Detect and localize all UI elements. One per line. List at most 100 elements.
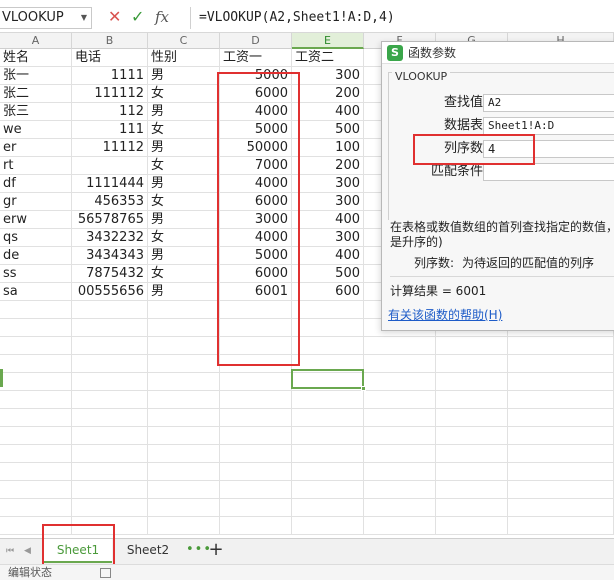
cell[interactable]: sa	[0, 283, 72, 301]
column-header-d[interactable]: D	[220, 33, 292, 49]
cell[interactable]: 工资二	[292, 49, 364, 67]
cell[interactable]: 500	[292, 265, 364, 283]
cell[interactable]	[292, 481, 364, 499]
cell[interactable]	[72, 409, 148, 427]
cell[interactable]	[220, 373, 292, 391]
cell[interactable]	[148, 301, 220, 319]
cell[interactable]	[364, 517, 436, 535]
cell[interactable]	[148, 481, 220, 499]
cell[interactable]: 性别	[148, 49, 220, 67]
cell[interactable]: 7875432	[72, 265, 148, 283]
cell[interactable]	[0, 427, 72, 445]
cell[interactable]: 300	[292, 229, 364, 247]
cell[interactable]	[0, 463, 72, 481]
cell[interactable]: 112	[72, 103, 148, 121]
cell[interactable]: 电话	[72, 49, 148, 67]
cell[interactable]	[0, 301, 72, 319]
cell[interactable]: 3432232	[72, 229, 148, 247]
cell[interactable]: 张一	[0, 67, 72, 85]
cell[interactable]	[0, 481, 72, 499]
cell[interactable]	[220, 481, 292, 499]
cell[interactable]	[148, 391, 220, 409]
cell[interactable]	[72, 373, 148, 391]
cell[interactable]: 200	[292, 157, 364, 175]
cell[interactable]: 男	[148, 175, 220, 193]
dialog-titlebar[interactable]: S 函数参数	[382, 42, 614, 64]
cell[interactable]: 女	[148, 85, 220, 103]
cell[interactable]: df	[0, 175, 72, 193]
column-header-e[interactable]: E	[292, 33, 364, 49]
cell[interactable]	[436, 517, 508, 535]
cell[interactable]	[436, 409, 508, 427]
cancel-icon[interactable]: ✕	[108, 6, 121, 28]
cell[interactable]	[436, 481, 508, 499]
more-sheets-icon[interactable]: •••	[186, 539, 211, 563]
cell[interactable]	[364, 409, 436, 427]
cell[interactable]: 女	[148, 229, 220, 247]
cell[interactable]: 1111444	[72, 175, 148, 193]
cell[interactable]: 女	[148, 265, 220, 283]
cell[interactable]: 56578765	[72, 211, 148, 229]
cell[interactable]	[0, 337, 72, 355]
cell[interactable]	[148, 517, 220, 535]
formula-input[interactable]: =VLOOKUP(A2,Sheet1!A:D,4)	[190, 7, 614, 29]
cell[interactable]	[292, 301, 364, 319]
function-icon[interactable]: fx	[155, 6, 169, 28]
cell[interactable]	[436, 355, 508, 373]
cell[interactable]	[508, 463, 614, 481]
cell[interactable]	[364, 337, 436, 355]
cell[interactable]	[508, 355, 614, 373]
cell[interactable]	[292, 337, 364, 355]
help-link[interactable]: 有关该函数的帮助(H)	[388, 307, 502, 323]
table-array-input[interactable]: Sheet1!A:D	[483, 117, 614, 135]
cell[interactable]	[72, 427, 148, 445]
cell[interactable]: erw	[0, 211, 72, 229]
cell[interactable]: ss	[0, 265, 72, 283]
cell[interactable]	[148, 319, 220, 337]
cell[interactable]	[292, 409, 364, 427]
cell[interactable]	[292, 517, 364, 535]
cell[interactable]	[148, 445, 220, 463]
cell[interactable]: 3434343	[72, 247, 148, 265]
cell[interactable]: 100	[292, 139, 364, 157]
cell[interactable]	[148, 499, 220, 517]
cell[interactable]: 200	[292, 85, 364, 103]
cell[interactable]	[508, 427, 614, 445]
prev-sheet-icon[interactable]: ◀	[24, 539, 31, 563]
cell[interactable]: 男	[148, 103, 220, 121]
selected-cell[interactable]	[291, 369, 366, 391]
cell[interactable]	[0, 373, 72, 391]
cell[interactable]	[508, 391, 614, 409]
cell[interactable]	[72, 319, 148, 337]
check-icon[interactable]: ✓	[131, 6, 144, 28]
cell[interactable]	[148, 355, 220, 373]
cell[interactable]	[436, 445, 508, 463]
tab-sheet2[interactable]: Sheet2	[118, 539, 178, 563]
cell[interactable]: rt	[0, 157, 72, 175]
cell[interactable]	[508, 499, 614, 517]
cell[interactable]	[220, 391, 292, 409]
cell[interactable]: 456353	[72, 193, 148, 211]
cell[interactable]	[292, 319, 364, 337]
cell[interactable]	[72, 481, 148, 499]
cell[interactable]: 男	[148, 139, 220, 157]
cell[interactable]	[72, 391, 148, 409]
cell[interactable]	[220, 409, 292, 427]
cell[interactable]	[72, 355, 148, 373]
chevron-down-icon[interactable]: ▼	[81, 8, 87, 28]
cell[interactable]	[292, 427, 364, 445]
cell[interactable]	[364, 355, 436, 373]
cell[interactable]	[508, 517, 614, 535]
cell[interactable]	[148, 463, 220, 481]
cell[interactable]	[364, 391, 436, 409]
cell[interactable]	[72, 301, 148, 319]
first-sheet-icon[interactable]: ⏮	[6, 539, 14, 563]
cell[interactable]	[220, 517, 292, 535]
cell[interactable]: qs	[0, 229, 72, 247]
cell[interactable]	[508, 481, 614, 499]
add-sheet-icon[interactable]: +	[207, 539, 225, 563]
cell[interactable]	[220, 427, 292, 445]
cell[interactable]	[364, 445, 436, 463]
cell[interactable]	[72, 445, 148, 463]
cell[interactable]: 男	[148, 67, 220, 85]
